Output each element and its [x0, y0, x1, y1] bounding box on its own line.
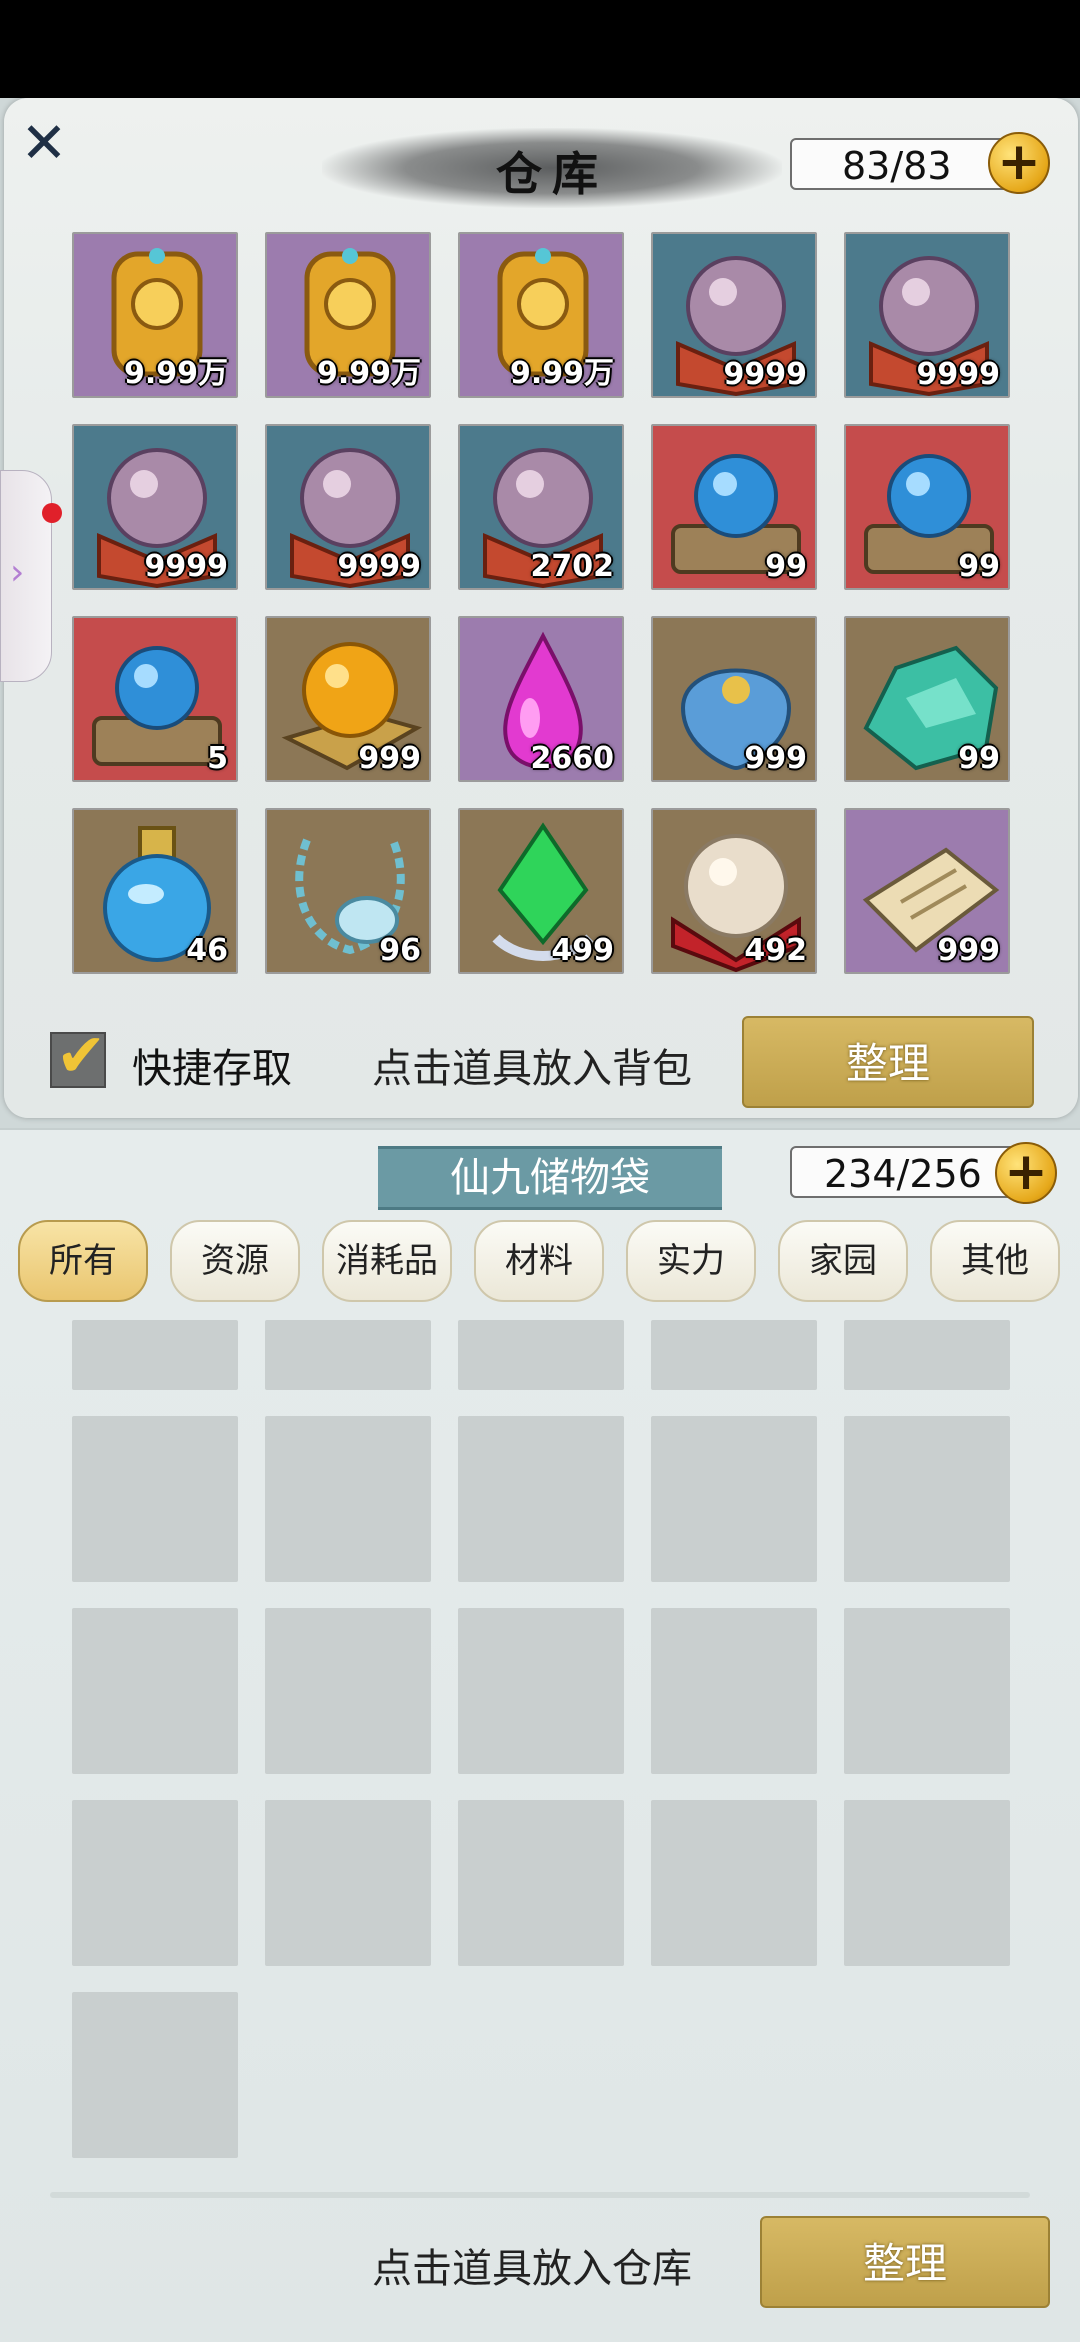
item-quantity: 2660	[530, 741, 615, 776]
warehouse-item-slot[interactable]: 9999	[651, 232, 817, 398]
item-quantity: 999	[937, 933, 1000, 968]
bag-item-slot[interactable]	[265, 1416, 431, 1582]
warehouse-item-slot[interactable]: 46	[72, 808, 238, 974]
bag-item-slot[interactable]	[844, 1800, 1010, 1966]
item-quantity: 499	[551, 933, 614, 968]
warehouse-item-slot[interactable]: 999	[265, 616, 431, 782]
item-quantity: 9999	[144, 549, 229, 584]
item-quantity: 99	[958, 741, 1000, 776]
bag-item-slot[interactable]	[651, 1320, 817, 1390]
bag-item-slot[interactable]	[844, 1608, 1010, 1774]
item-quantity: 9999	[916, 357, 1001, 392]
item-quantity: 99	[958, 549, 1000, 584]
warehouse-title: 仓库	[496, 147, 608, 201]
item-quantity: 96	[379, 933, 421, 968]
bag-item-slot[interactable]	[651, 1416, 817, 1582]
item-quantity: 2702	[530, 549, 615, 584]
bag-item-slot[interactable]	[651, 1608, 817, 1774]
warehouse-item-slot[interactable]: 9999	[844, 232, 1010, 398]
warehouse-item-slot[interactable]: 99	[844, 616, 1010, 782]
bag-item-slot[interactable]	[265, 1320, 431, 1390]
notification-dot	[42, 503, 62, 523]
bag-item-slot[interactable]	[844, 1320, 1010, 1390]
item-quantity: 9999	[723, 357, 808, 392]
bag-item-slot[interactable]	[458, 1320, 624, 1390]
bag-item-slot[interactable]	[72, 1416, 238, 1582]
bag-item-slot[interactable]	[72, 1320, 238, 1390]
item-quantity: 9.99万	[509, 356, 614, 391]
bag-item-slot[interactable]	[72, 1608, 238, 1774]
bag-item-slot[interactable]	[651, 1800, 817, 1966]
warehouse-item-slot[interactable]: 9999	[72, 424, 238, 590]
warehouse-item-slot[interactable]: 492	[651, 808, 817, 974]
plus-icon: +	[1004, 1142, 1048, 1202]
item-quantity: 999	[358, 741, 421, 776]
tab-6[interactable]: 其他	[930, 1220, 1060, 1302]
checkmark-icon: ✔	[56, 1021, 107, 1091]
warehouse-expand-button[interactable]: +	[988, 132, 1050, 194]
bag-item-slot[interactable]	[844, 1416, 1010, 1582]
divider	[50, 2192, 1030, 2198]
tab-2[interactable]: 消耗品	[322, 1220, 452, 1302]
item-quantity: 9.99万	[123, 356, 228, 391]
quick-access-label: 快捷存取	[132, 1046, 292, 1092]
warehouse-item-slot[interactable]: 9.99万	[265, 232, 431, 398]
tab-1[interactable]: 资源	[170, 1220, 300, 1302]
warehouse-item-slot[interactable]: 499	[458, 808, 624, 974]
bag-item-slot[interactable]	[458, 1416, 624, 1582]
bag-capacity: 234/256	[790, 1146, 1024, 1198]
warehouse-item-slot[interactable]: 99	[844, 424, 1010, 590]
warehouse-item-slot[interactable]: 999	[651, 616, 817, 782]
status-bar	[0, 0, 1080, 98]
bag-expand-button[interactable]: +	[995, 1142, 1057, 1204]
warehouse-item-slot[interactable]: 99	[651, 424, 817, 590]
close-icon: ✕	[20, 111, 68, 176]
warehouse-item-slot[interactable]: 96	[265, 808, 431, 974]
warehouse-item-slot[interactable]: 9.99万	[458, 232, 624, 398]
bag-item-slot[interactable]	[72, 1992, 238, 2158]
item-quantity: 999	[744, 741, 807, 776]
bag-item-slot[interactable]	[458, 1800, 624, 1966]
warehouse-item-slot[interactable]: 2660	[458, 616, 624, 782]
chevron-right-icon: ›	[10, 552, 25, 593]
side-drawer-handle[interactable]	[0, 470, 52, 682]
plus-icon: +	[997, 132, 1041, 192]
warehouse-hint: 点击道具放入背包	[372, 1046, 692, 1092]
bag-sort-button[interactable]: 整理	[760, 2216, 1050, 2308]
item-quantity: 9.99万	[316, 356, 421, 391]
bag-hint: 点击道具放入仓库	[372, 2246, 692, 2292]
bag-item-slot[interactable]	[458, 1608, 624, 1774]
tab-0[interactable]: 所有	[18, 1220, 148, 1302]
warehouse-item-slot[interactable]: 999	[844, 808, 1010, 974]
warehouse-sort-button[interactable]: 整理	[742, 1016, 1034, 1108]
close-button[interactable]: ✕	[18, 116, 70, 172]
warehouse-item-slot[interactable]: 9.99万	[72, 232, 238, 398]
bag-item-slot[interactable]	[72, 1800, 238, 1966]
tab-3[interactable]: 材料	[474, 1220, 604, 1302]
warehouse-item-slot[interactable]: 9999	[265, 424, 431, 590]
tab-4[interactable]: 实力	[626, 1220, 756, 1302]
tab-5[interactable]: 家园	[778, 1220, 908, 1302]
item-quantity: 492	[744, 933, 807, 968]
item-quantity: 9999	[337, 549, 422, 584]
bag-item-slot[interactable]	[265, 1608, 431, 1774]
item-quantity: 46	[186, 933, 228, 968]
item-quantity: 99	[765, 549, 807, 584]
bag-item-slot[interactable]	[265, 1800, 431, 1966]
item-quantity: 5	[207, 741, 228, 776]
warehouse-item-slot[interactable]: 5	[72, 616, 238, 782]
warehouse-item-slot[interactable]: 2702	[458, 424, 624, 590]
bag-title: 仙九储物袋	[378, 1146, 722, 1210]
